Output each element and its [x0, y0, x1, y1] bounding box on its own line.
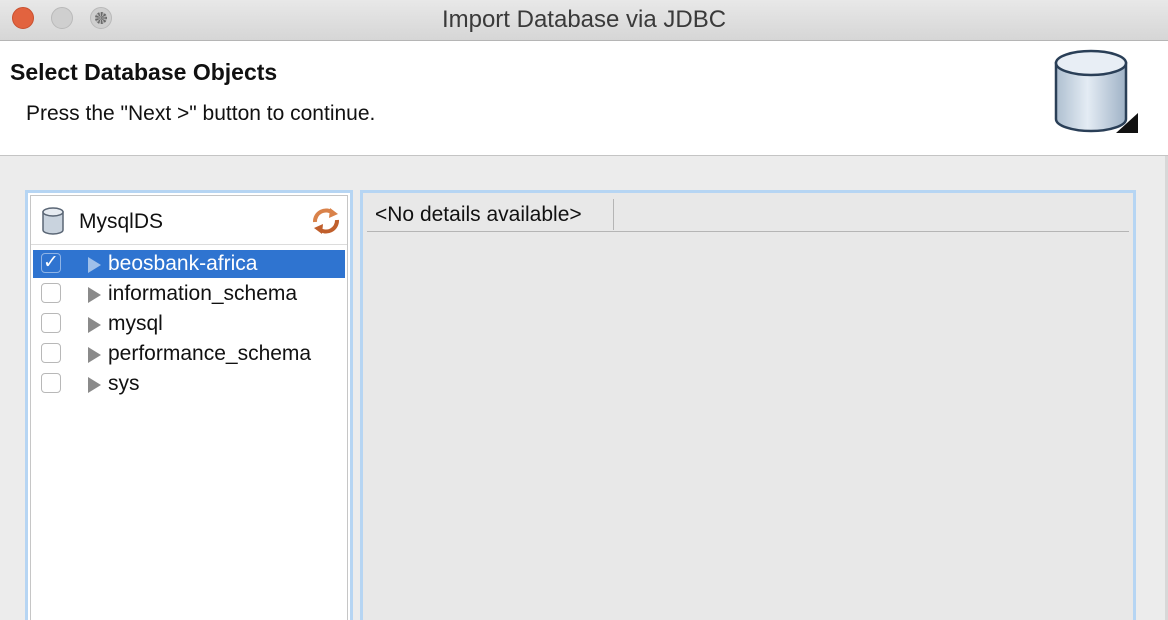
details-panel: <No details available> — [360, 190, 1136, 620]
details-header-label: <No details available> — [375, 203, 582, 226]
tree-item-label: mysql — [108, 312, 163, 335]
checkmark-icon: ✓ — [43, 251, 59, 273]
tree-item-checkbox[interactable] — [41, 313, 61, 333]
details-column-header[interactable]: <No details available> — [367, 199, 614, 230]
database-objects-tree: MysqlDS ✓ beosbank-africa information_sc… — [30, 195, 348, 620]
tree-root-row[interactable]: MysqlDS — [31, 196, 347, 245]
database-icon — [42, 207, 64, 235]
expand-arrow-icon[interactable] — [88, 377, 101, 393]
tree-item-mysql[interactable]: mysql — [33, 310, 345, 338]
window-title: Import Database via JDBC — [441, 6, 727, 33]
expand-arrow-icon[interactable] — [88, 287, 101, 303]
expand-arrow-icon[interactable] — [88, 347, 101, 363]
datasource-label: MysqlDS — [79, 210, 164, 233]
expand-arrow-icon[interactable] — [88, 257, 101, 273]
title-bar: Import Database via JDBC — [0, 0, 1168, 41]
page-description: Press the "Next >" button to continue. — [26, 102, 376, 125]
tree-item-checkbox[interactable] — [41, 343, 61, 363]
wizard-header: Select Database Objects Press the "Next … — [0, 41, 1168, 156]
tree-item-sys[interactable]: sys — [33, 370, 345, 398]
tree-item-label: performance_schema — [108, 342, 312, 365]
tree-item-label: information_schema — [108, 282, 298, 305]
tree-item-performance-schema[interactable]: performance_schema — [33, 340, 345, 368]
page-title: Select Database Objects — [10, 59, 278, 85]
tree-item-label: sys — [108, 372, 140, 395]
import-database-dialog: Import Database via JDBC Select Database… — [0, 0, 1168, 620]
database-objects-tree-panel: MysqlDS ✓ beosbank-africa information_sc… — [25, 190, 353, 620]
tree-item-checkbox[interactable]: ✓ — [41, 251, 61, 273]
database-icon — [1054, 49, 1138, 133]
refresh-icon[interactable] — [309, 206, 343, 236]
expand-arrow-icon[interactable] — [88, 317, 101, 333]
tree-item-information-schema[interactable]: information_schema — [33, 280, 345, 308]
tree-item-checkbox[interactable] — [41, 373, 61, 393]
details-header: <No details available> — [367, 199, 1129, 232]
tree-item-checkbox[interactable] — [41, 283, 61, 303]
tree-item-label: beosbank-africa — [108, 252, 258, 275]
tree-item-beosbank-africa[interactable]: ✓ beosbank-africa — [33, 250, 345, 278]
